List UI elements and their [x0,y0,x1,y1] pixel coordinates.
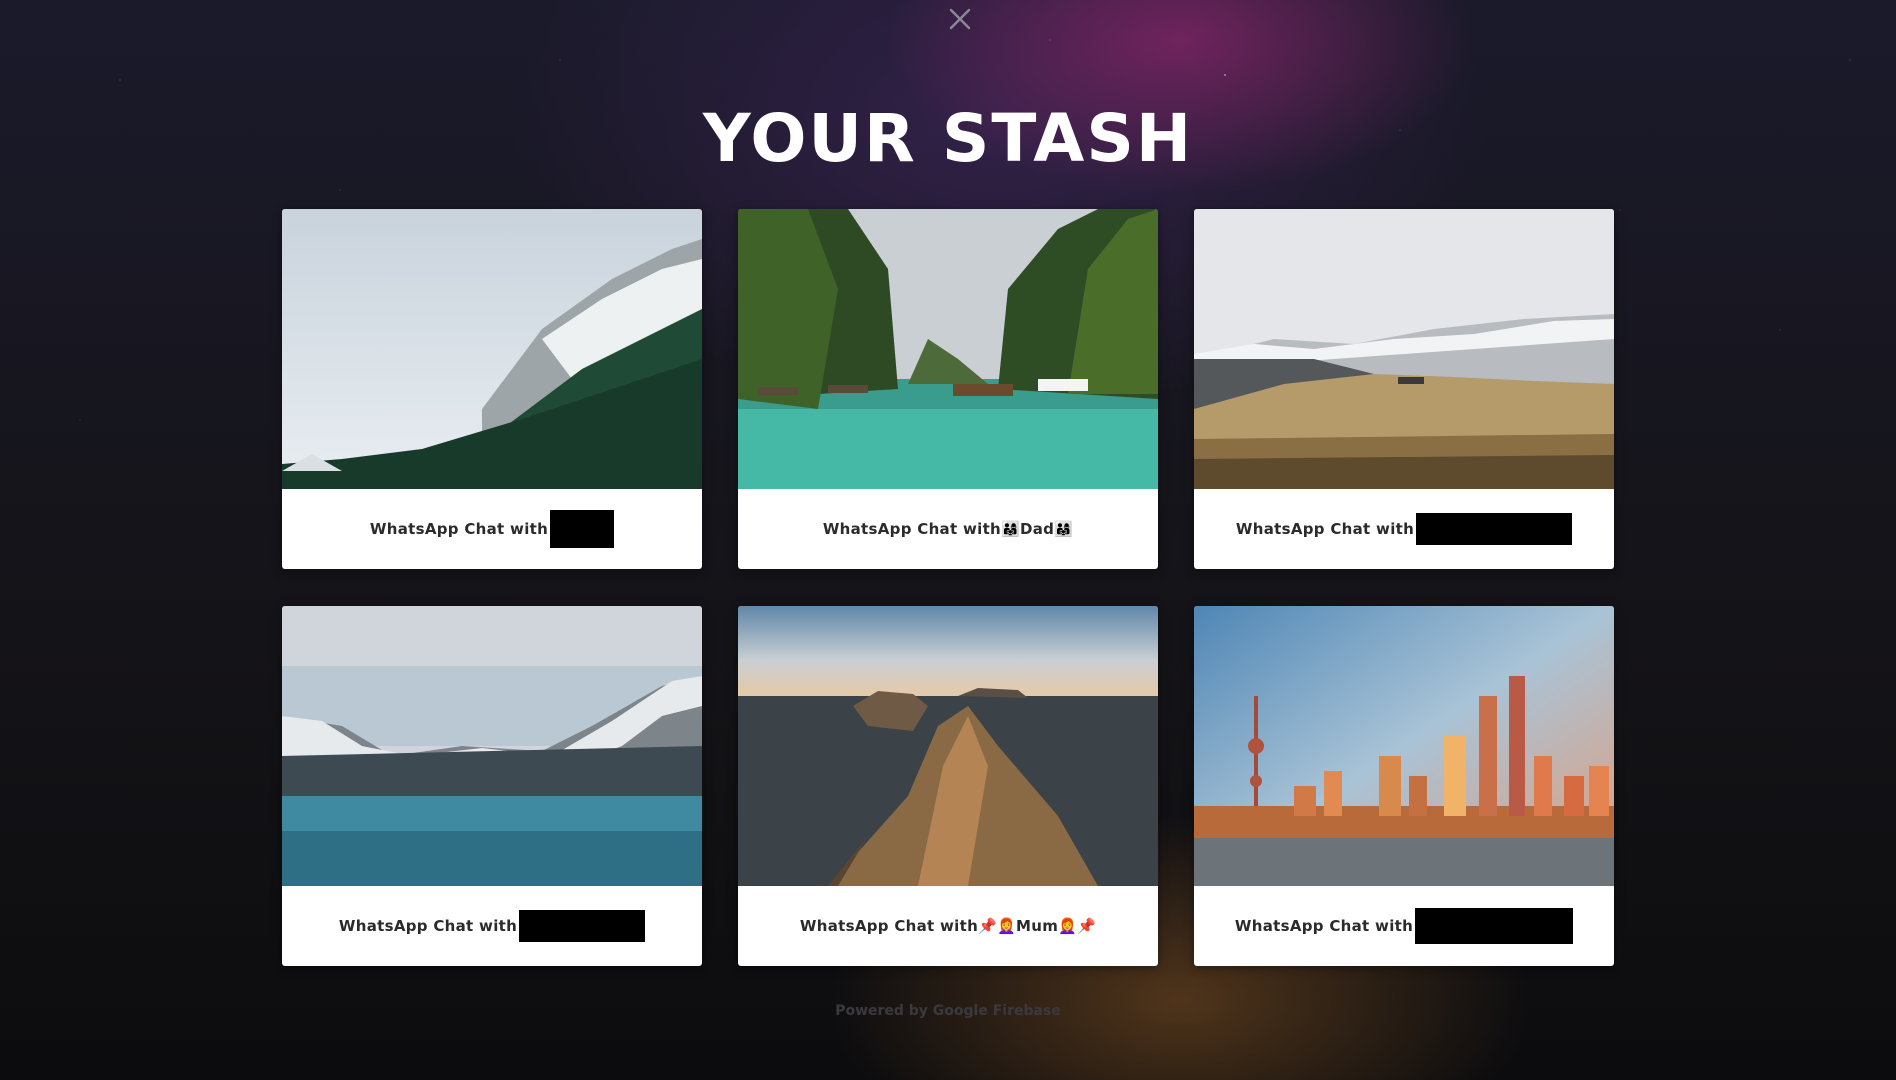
caption-text: WhatsApp Chat with [1234,917,1414,935]
card-image [1194,606,1614,886]
card-image [738,209,1158,489]
close-button[interactable] [944,2,976,36]
card-caption: WhatsApp Chat with [1194,886,1614,966]
redacted-name [1415,908,1574,944]
chat-card[interactable]: WhatsApp Chat with 👨‍👩‍👧Dad👨‍👩‍👧 [738,209,1158,569]
card-caption: WhatsApp Chat with [1194,489,1614,569]
caption-text: WhatsApp Chat with [1235,520,1415,538]
powered-by-footer: Powered by Google Firebase [835,1003,1061,1019]
card-caption: WhatsApp Chat with 👨‍👩‍👧Dad👨‍👩‍👧 [738,489,1158,569]
caption-text: WhatsApp Chat with [338,917,518,935]
caption-text: WhatsApp Chat with [369,520,549,538]
chat-card[interactable]: WhatsApp Chat with [1194,606,1614,966]
redacted-name [1416,513,1573,545]
card-image [1194,209,1614,489]
card-image [738,606,1158,886]
caption-text: WhatsApp Chat with [799,917,979,935]
redacted-name [550,510,615,548]
page-title: YOUR STASH [702,100,1194,178]
card-image [282,606,702,886]
stash-grid: WhatsApp Chat with WhatsApp Chat wi [282,209,1614,966]
card-caption: WhatsApp Chat with [282,886,702,966]
card-image [282,209,702,489]
card-caption: WhatsApp Chat with 📌👩‍🦰Mum👩‍🦰📌 [738,886,1158,966]
chat-card[interactable]: WhatsApp Chat with 📌👩‍🦰Mum👩‍🦰📌 [738,606,1158,966]
close-icon [949,8,971,30]
caption-contact: 📌👩‍🦰Mum👩‍🦰📌 [978,917,1097,935]
card-caption: WhatsApp Chat with [282,489,702,569]
chat-card[interactable]: WhatsApp Chat with [282,606,702,966]
caption-text: WhatsApp Chat with [822,520,1002,538]
chat-card[interactable]: WhatsApp Chat with [1194,209,1614,569]
caption-contact: 👨‍👩‍👧Dad👨‍👩‍👧 [1001,520,1074,538]
chat-card[interactable]: WhatsApp Chat with [282,209,702,569]
redacted-name [519,910,646,942]
